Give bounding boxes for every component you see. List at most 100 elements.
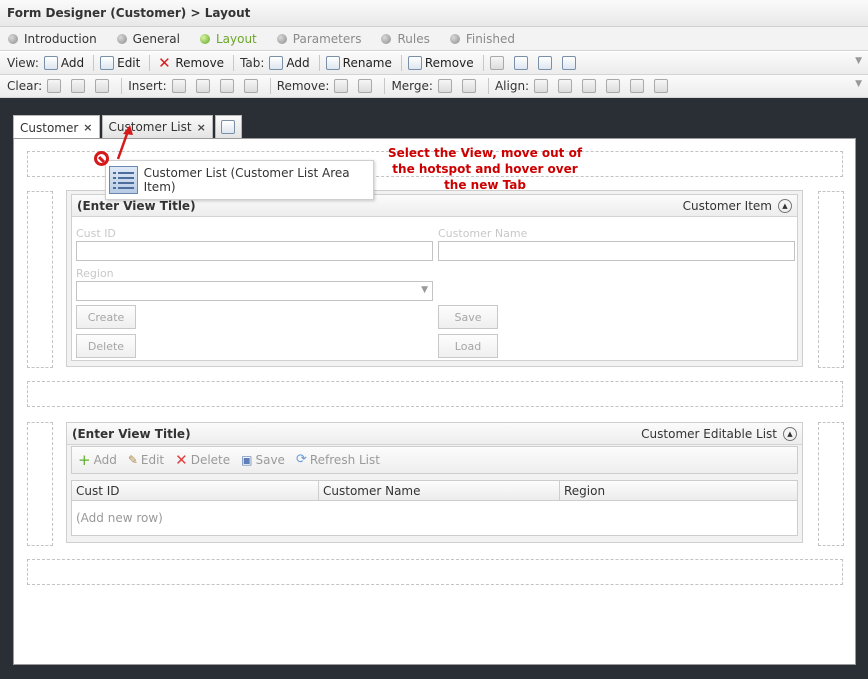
collapse-icon[interactable]: ▲	[778, 198, 792, 213]
tab-move-up-button[interactable]	[537, 56, 555, 70]
tab-add-button[interactable]: Add	[269, 56, 310, 70]
insert-row-above-button[interactable]	[219, 79, 237, 93]
customer-name-label: Customer Name	[438, 227, 528, 240]
customer-editable-list-view[interactable]: (Enter View Title) Customer Editable Lis…	[66, 422, 803, 543]
toolbar-divider	[233, 55, 235, 71]
remove-column-button[interactable]	[334, 79, 351, 93]
insert-column-left-button[interactable]	[171, 79, 189, 93]
align-left-button[interactable]	[534, 79, 551, 93]
plus-icon: +	[78, 451, 91, 469]
wizard-step-layout[interactable]: Layout	[199, 32, 257, 46]
close-tab-icon[interactable]: ×	[83, 121, 92, 134]
tab-rename-button[interactable]: Rename	[325, 56, 392, 70]
toolbar-divider	[269, 78, 271, 94]
save-button[interactable]: Save	[438, 305, 498, 329]
wizard-step-introduction[interactable]: Introduction	[8, 32, 97, 46]
clear-cell-icon	[47, 79, 62, 93]
create-button[interactable]: Create	[76, 305, 136, 329]
clear-all-button[interactable]	[95, 79, 112, 93]
align-right-button[interactable]	[582, 79, 599, 93]
view-tab-toolbar: View: Add Edit ✕ Remove Tab: Add Rename R…	[0, 52, 868, 75]
drop-zone[interactable]	[818, 191, 844, 368]
view-title[interactable]: (Enter View Title)	[77, 199, 196, 213]
drag-item-popup: Customer List (Customer List Area Item)	[105, 160, 374, 200]
view-edit-button[interactable]: Edit	[100, 56, 140, 70]
align-middle-button[interactable]	[630, 79, 647, 93]
step-status-icon	[276, 33, 287, 44]
merge-cells-button[interactable]	[437, 79, 455, 93]
tab-order-icon	[561, 56, 576, 70]
split-cells-button[interactable]	[461, 79, 479, 93]
pencil-icon: ✎	[127, 453, 138, 467]
drop-zone[interactable]	[27, 381, 843, 407]
view-name: Customer Item	[682, 198, 772, 213]
instruction-callout: Select the View, move out of the hotspot…	[387, 146, 583, 192]
toolbar-overflow-icon[interactable]: ▼	[855, 56, 862, 66]
add-tab-icon	[269, 56, 284, 70]
step-status-icon	[116, 33, 127, 44]
customer-item-view[interactable]: (Enter View Title) Customer Item ▲ Cust I…	[66, 190, 803, 367]
list-edit-button[interactable]: ✎ Edit	[128, 453, 164, 467]
clear-cell-button[interactable]	[47, 79, 64, 93]
step-status-icon	[8, 33, 18, 44]
wizard-step-finished[interactable]: Finished	[449, 32, 515, 46]
tab-move-button[interactable]	[489, 56, 507, 70]
grid-header: Cust ID Customer Name Region	[72, 481, 797, 501]
align-center-icon	[558, 79, 573, 93]
close-tab-icon[interactable]: ×	[197, 121, 206, 134]
drop-zone[interactable]	[818, 422, 844, 546]
load-button[interactable]: Load	[438, 334, 498, 358]
column-header-customer-name[interactable]: Customer Name	[319, 481, 560, 501]
cust-id-input[interactable]	[76, 241, 433, 261]
column-header-region[interactable]: Region	[560, 481, 797, 501]
edit-view-icon	[100, 56, 115, 70]
tab-order-button[interactable]	[561, 56, 579, 70]
collapse-icon[interactable]: ▲	[783, 426, 797, 441]
align-bottom-button[interactable]	[654, 79, 671, 93]
step-status-icon	[381, 33, 392, 44]
align-middle-icon	[630, 79, 645, 93]
view-remove-button[interactable]: ✕ Remove	[156, 55, 224, 71]
insert-row-above-icon	[219, 79, 234, 93]
tab-export-icon	[513, 56, 528, 70]
list-save-button[interactable]: ▣ Save	[241, 453, 285, 467]
list-delete-button[interactable]: ✕ Delete	[175, 453, 230, 468]
wizard-step-general[interactable]: General	[116, 32, 180, 46]
insert-row-below-button[interactable]	[243, 79, 261, 93]
clear-row-button[interactable]	[71, 79, 88, 93]
view-add-button[interactable]: Add	[43, 56, 84, 70]
drop-zone[interactable]	[27, 422, 53, 546]
tab-customer[interactable]: Customer ×	[13, 115, 100, 139]
view-header: (Enter View Title) Customer Editable Lis…	[67, 423, 802, 445]
region-dropdown[interactable]: ▼	[76, 281, 433, 301]
align-bottom-icon	[654, 79, 669, 93]
customer-name-input[interactable]	[438, 241, 795, 261]
list-refresh-button[interactable]: ⟳ Refresh List	[296, 453, 380, 468]
view-frame: (Enter View Title) Customer Item ▲ Cust I…	[71, 194, 798, 361]
drop-zone[interactable]	[27, 191, 53, 368]
add-tab-button[interactable]	[214, 115, 242, 138]
tab-remove-button[interactable]: Remove	[407, 56, 474, 70]
insert-column-right-button[interactable]	[195, 79, 213, 93]
drop-zone[interactable]	[27, 559, 843, 585]
view-name: Customer Editable List	[641, 426, 777, 441]
align-label: Align:	[494, 79, 530, 93]
tab-export-button[interactable]	[513, 56, 531, 70]
toolbar-overflow-icon[interactable]: ▼	[855, 79, 862, 89]
step-status-icon	[449, 33, 460, 44]
add-tab-icon	[221, 120, 236, 134]
remove-row-button[interactable]	[358, 79, 375, 93]
delete-button[interactable]: Delete	[76, 334, 136, 358]
view-title[interactable]: (Enter View Title)	[72, 427, 191, 441]
list-add-button[interactable]: + Add	[78, 451, 117, 469]
align-center-button[interactable]	[558, 79, 575, 93]
toolbar-divider	[384, 78, 386, 94]
wizard-step-parameters[interactable]: Parameters	[276, 32, 361, 46]
wizard-step-rules[interactable]: Rules	[381, 32, 430, 46]
tab-properties-icon	[489, 56, 504, 70]
pointer-arrow-icon	[116, 125, 133, 160]
add-new-row[interactable]: (Add new row)	[76, 511, 163, 525]
align-top-button[interactable]	[606, 79, 623, 93]
list-grid: Cust ID Customer Name Region (Add new ro…	[71, 480, 798, 536]
column-header-cust-id[interactable]: Cust ID	[72, 481, 319, 501]
